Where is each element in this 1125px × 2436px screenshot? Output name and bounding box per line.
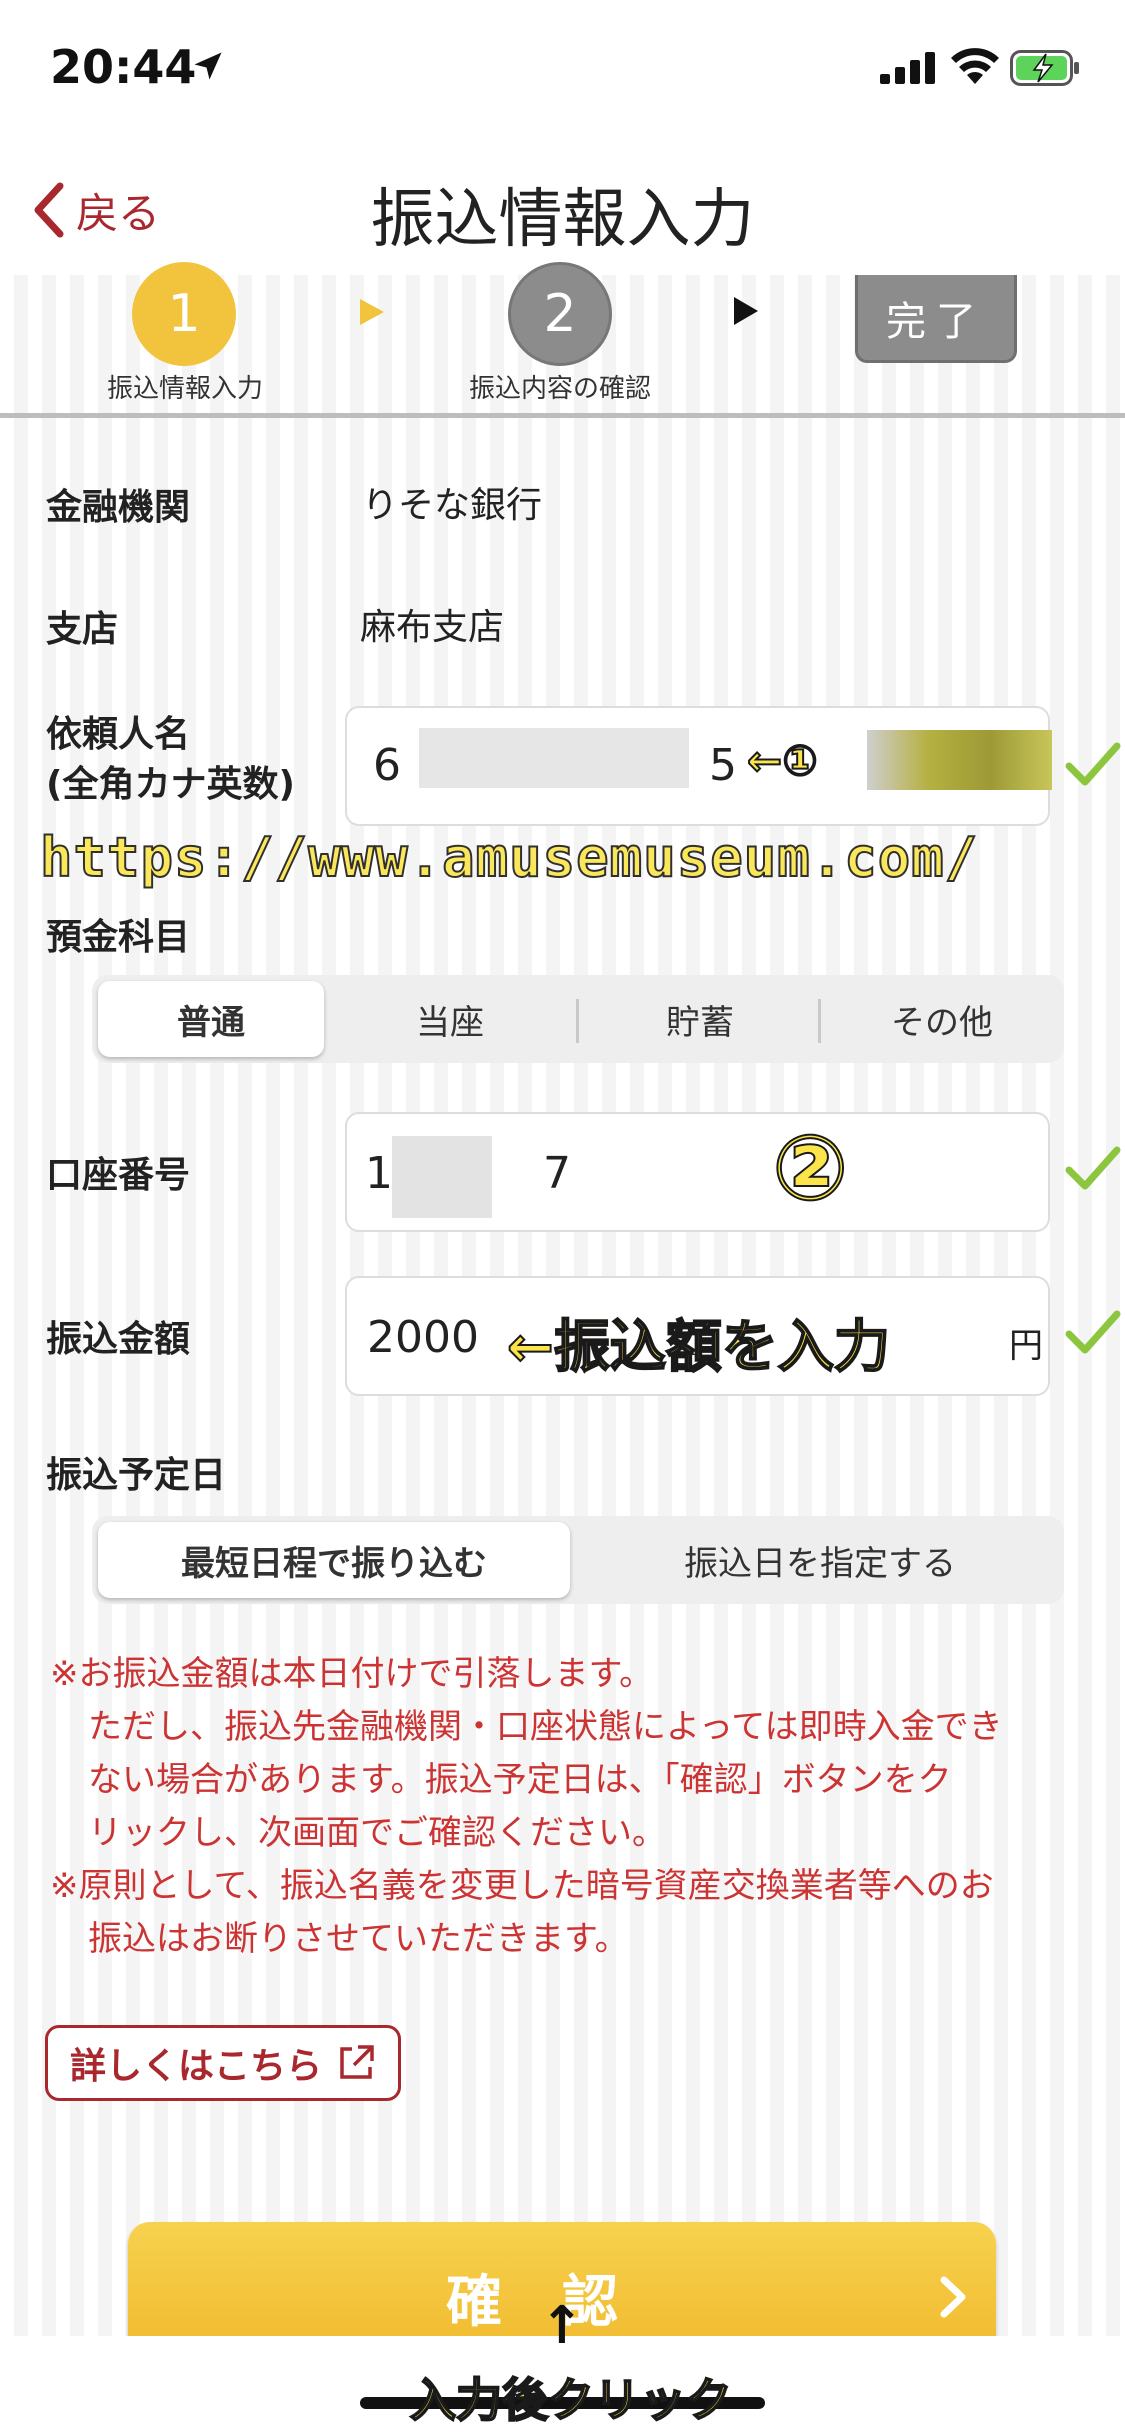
blurred-text xyxy=(392,1136,492,1218)
status-time: 20:44 xyxy=(50,40,197,94)
step-arrow-icon xyxy=(734,297,758,325)
requester-label: 依頼人名 (全角カナ英数) xyxy=(46,710,295,810)
steps-divider xyxy=(0,413,1125,418)
notice-line: ない場合があります。振込予定日は、「確認」ボタンをク xyxy=(88,1760,952,1800)
notice-line: ※お振込金額は本日付けで引落します。 xyxy=(50,1654,654,1694)
segment-divider xyxy=(818,999,821,1043)
notice-line: 振込はお断りさせていただきます。 xyxy=(88,1919,629,1959)
schedule-option-specify[interactable]: 振込日を指定する xyxy=(582,1522,1058,1598)
requester-label-line2: (全角カナ英数) xyxy=(46,764,295,805)
amount-input[interactable]: 2000 ←振込額を入力 円 xyxy=(345,1276,1050,1396)
bank-label: 金融機関 xyxy=(46,487,191,528)
annotation-amount-note: ←振込額を入力 xyxy=(506,1314,891,1381)
notice-line: ただし、振込先金融機関・口座状態によっては即時入金でき xyxy=(88,1707,1003,1747)
account-number-label: 口座番号 xyxy=(46,1155,191,1196)
details-link[interactable]: 詳しくはこちら xyxy=(45,2025,401,2101)
account-type-selector: 普通 当座 貯蓄 その他 xyxy=(92,975,1064,1063)
requester-value-suffix: 5 xyxy=(709,740,737,791)
blurred-text xyxy=(867,730,1052,790)
account-type-label: 預金科目 xyxy=(46,917,191,958)
requester-input[interactable]: 6 5 ←① xyxy=(345,706,1052,826)
external-link-icon xyxy=(340,2045,374,2079)
step-2-label: 振込内容の確認 xyxy=(468,374,651,404)
details-link-label: 詳しくはこちら xyxy=(70,2046,323,2087)
step-1-label: 振込情報入力 xyxy=(106,374,263,404)
battery-charging-icon xyxy=(1010,50,1079,86)
schedule-label: 振込予定日 xyxy=(46,1455,227,1496)
notice-text: ※お振込金額は本日付けで引落します。 ただし、振込先金融機関・口座状態によっては… xyxy=(50,1648,1090,1966)
account-type-option-toza[interactable]: 当座 xyxy=(332,981,568,1057)
account-number-input[interactable]: 1 7 ② xyxy=(345,1112,1050,1232)
annotation-marker-1: ←① xyxy=(746,735,819,786)
branch-label: 支店 xyxy=(46,609,119,650)
page-title: 振込情報入力 xyxy=(370,183,755,257)
account-number-suffix: 7 xyxy=(543,1148,571,1199)
account-number-prefix: 1 xyxy=(365,1148,393,1199)
account-type-option-chochiku[interactable]: 貯蓄 xyxy=(582,981,818,1057)
cellular-signal-icon xyxy=(880,52,935,84)
requester-value-prefix: 6 xyxy=(373,740,401,791)
account-type-option-other[interactable]: その他 xyxy=(824,981,1060,1057)
schedule-selector: 最短日程で振り込む 振込日を指定する xyxy=(92,1516,1064,1604)
requester-label-line1: 依頼人名 xyxy=(46,714,191,755)
step-arrow-icon xyxy=(360,299,384,325)
wifi-icon xyxy=(951,48,999,84)
check-icon xyxy=(1065,1310,1121,1354)
location-arrow-icon xyxy=(194,52,222,80)
amount-label: 振込金額 xyxy=(46,1319,191,1360)
annotation-bottom-note: 入力後クリック xyxy=(409,2372,733,2428)
annotation-marker-2: ② xyxy=(771,1115,849,1222)
step-2-indicator: 2 xyxy=(508,262,612,366)
url-watermark: https://www.amusemuseum.com/ xyxy=(39,825,979,890)
blurred-text xyxy=(419,728,689,788)
check-icon xyxy=(1065,1146,1121,1190)
bank-value: りそな銀行 xyxy=(362,485,543,526)
branch-value: 麻布支店 xyxy=(360,607,505,648)
account-type-option-futsu[interactable]: 普通 xyxy=(98,981,324,1057)
step-1-indicator: 1 xyxy=(132,262,236,366)
annotation-up-arrow: ↑ xyxy=(540,2296,584,2356)
step-complete-indicator: 完了 xyxy=(855,275,1017,363)
chevron-right-icon xyxy=(940,2276,966,2318)
check-icon xyxy=(1065,742,1121,786)
amount-value: 2000 xyxy=(367,1312,479,1363)
segment-divider xyxy=(576,999,579,1043)
amount-unit: 円 xyxy=(1009,1326,1043,1366)
schedule-option-earliest[interactable]: 最短日程で振り込む xyxy=(98,1522,570,1598)
notice-line: リックし、次画面でご確認ください。 xyxy=(88,1813,666,1853)
notice-line: ※原則として、振込名義を変更した暗号資産交換業者等へのお xyxy=(50,1866,994,1906)
